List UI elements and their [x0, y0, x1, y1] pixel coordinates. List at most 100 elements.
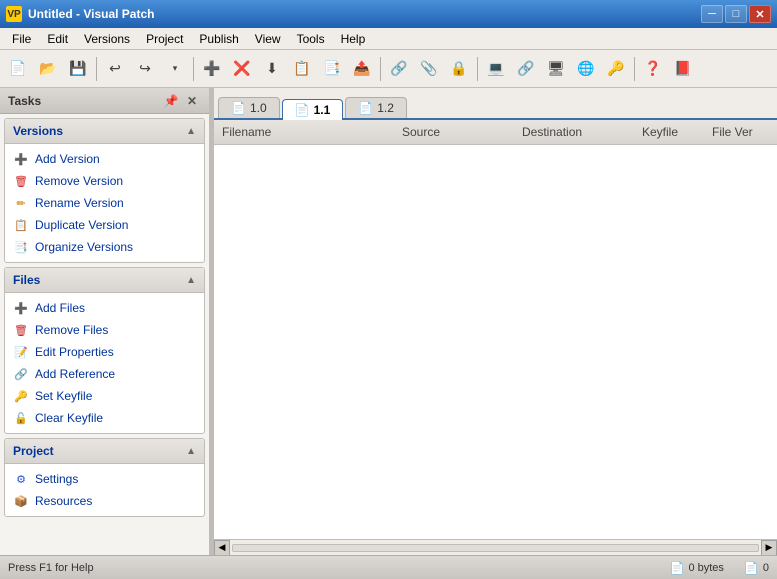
- scroll-track[interactable]: [232, 544, 759, 552]
- versions-section-header[interactable]: Versions ▲: [5, 119, 204, 144]
- menu-item-project[interactable]: Project: [138, 30, 191, 48]
- help-button[interactable]: ❓: [639, 55, 667, 83]
- duplicate-version-label: Duplicate Version: [35, 218, 128, 232]
- settings-task[interactable]: ⚙ Settings: [5, 468, 204, 490]
- download-button[interactable]: ⬇: [258, 55, 286, 83]
- tasks-header-icons: 📌 ✕: [162, 92, 201, 110]
- tasks-pin-button[interactable]: 📌: [162, 92, 180, 110]
- tasks-panel-header: Tasks 📌 ✕: [0, 88, 209, 114]
- undo-dropdown[interactable]: ▾: [161, 55, 189, 83]
- remove-files-label: Remove Files: [35, 323, 108, 337]
- paste-button[interactable]: 📑: [318, 55, 346, 83]
- rename-version-icon: ✏: [13, 195, 29, 211]
- computer-button[interactable]: 💻: [482, 55, 510, 83]
- tab-1-2[interactable]: 📄 1.2: [345, 97, 407, 118]
- undo-button[interactable]: ↩: [101, 55, 129, 83]
- col-keyfile[interactable]: Keyfile: [638, 122, 708, 142]
- col-filename[interactable]: Filename: [218, 122, 398, 142]
- files-collapse-icon: ▲: [186, 275, 196, 286]
- project-collapse-icon: ▲: [186, 446, 196, 457]
- add-version-task[interactable]: ➕ Add Version: [5, 148, 204, 170]
- files-section-header[interactable]: Files ▲: [5, 268, 204, 293]
- duplicate-version-task[interactable]: 📋 Duplicate Version: [5, 214, 204, 236]
- open-button[interactable]: 📂: [34, 55, 62, 83]
- set-keyfile-task[interactable]: 🔑 Set Keyfile: [5, 385, 204, 407]
- minimize-button[interactable]: ─: [701, 5, 723, 23]
- status-help: Press F1 for Help: [8, 562, 94, 574]
- tab-1-2-label: 1.2: [377, 101, 394, 115]
- key-button[interactable]: 🔑: [602, 55, 630, 83]
- project-section-header[interactable]: Project ▲: [5, 439, 204, 464]
- col-source[interactable]: Source: [398, 122, 518, 142]
- horizontal-scrollbar[interactable]: ◀ ▶: [214, 539, 777, 555]
- remove-version-label: Remove Version: [35, 174, 123, 188]
- save-button[interactable]: 💾: [64, 55, 92, 83]
- organize-versions-task[interactable]: 📑 Organize Versions: [5, 236, 204, 258]
- rename-version-label: Rename Version: [35, 196, 124, 210]
- project-section: Project ▲ ⚙ Settings 📦 Resources: [4, 438, 205, 517]
- col-file-ver[interactable]: File Ver: [708, 122, 777, 142]
- settings-icon: ⚙: [13, 471, 29, 487]
- add-reference-label: Add Reference: [35, 367, 115, 381]
- tasks-panel: Tasks 📌 ✕ Versions ▲ ➕ Add Version: [0, 88, 210, 555]
- new-button[interactable]: 📄: [4, 55, 32, 83]
- count-text: 0: [763, 562, 769, 574]
- tasks-scroll[interactable]: Versions ▲ ➕ Add Version 🗑 Remove Versio…: [0, 114, 209, 555]
- add-version-button[interactable]: ➕: [198, 55, 226, 83]
- menu-item-file[interactable]: File: [4, 30, 39, 48]
- tasks-close-button[interactable]: ✕: [183, 92, 201, 110]
- resources-task[interactable]: 📦 Resources: [5, 490, 204, 512]
- lock-button[interactable]: 🔒: [445, 55, 473, 83]
- scroll-right-button[interactable]: ▶: [761, 540, 777, 556]
- attach-button[interactable]: 📎: [415, 55, 443, 83]
- remove-version-button[interactable]: ❌: [228, 55, 256, 83]
- scroll-left-button[interactable]: ◀: [214, 540, 230, 556]
- tab-1-0[interactable]: 📄 1.0: [218, 97, 280, 118]
- add-files-icon: ➕: [13, 300, 29, 316]
- menu-item-edit[interactable]: Edit: [39, 30, 76, 48]
- menu-bar: FileEditVersionsProjectPublishViewToolsH…: [0, 28, 777, 50]
- resources-label: Resources: [35, 494, 92, 508]
- tab-1-1-icon: 📄: [295, 103, 310, 117]
- menu-item-publish[interactable]: Publish: [191, 30, 246, 48]
- maximize-button[interactable]: □: [725, 5, 747, 23]
- upload-button[interactable]: 📤: [348, 55, 376, 83]
- set-keyfile-label: Set Keyfile: [35, 389, 92, 403]
- rename-version-task[interactable]: ✏ Rename Version: [5, 192, 204, 214]
- display-button[interactable]: 🖥: [542, 55, 570, 83]
- col-destination[interactable]: Destination: [518, 122, 638, 142]
- menu-item-versions[interactable]: Versions: [76, 30, 138, 48]
- status-size: 📄 0 bytes: [670, 561, 724, 575]
- tabs-bar: 📄 1.0 📄 1.1 📄 1.2: [214, 88, 777, 120]
- edit-properties-task[interactable]: 📝 Edit Properties: [5, 341, 204, 363]
- copy-button[interactable]: 📋: [288, 55, 316, 83]
- add-reference-task[interactable]: 🔗 Add Reference: [5, 363, 204, 385]
- tab-1-0-label: 1.0: [250, 101, 267, 115]
- link-button[interactable]: 🔗: [385, 55, 413, 83]
- remove-version-task[interactable]: 🗑 Remove Version: [5, 170, 204, 192]
- add-version-label: Add Version: [35, 152, 100, 166]
- menu-item-view[interactable]: View: [247, 30, 289, 48]
- tab-1-1-label: 1.1: [314, 103, 331, 117]
- clear-keyfile-task[interactable]: 🔓 Clear Keyfile: [5, 407, 204, 429]
- menu-item-tools[interactable]: Tools: [289, 30, 333, 48]
- file-list-body[interactable]: [214, 145, 777, 539]
- remove-files-task[interactable]: 🗑 Remove Files: [5, 319, 204, 341]
- network-button[interactable]: 🔗: [512, 55, 540, 83]
- add-files-task[interactable]: ➕ Add Files: [5, 297, 204, 319]
- tab-1-1[interactable]: 📄 1.1: [282, 99, 344, 120]
- pdf-button[interactable]: 📕: [669, 55, 697, 83]
- app-icon: VP: [6, 6, 22, 22]
- edit-properties-label: Edit Properties: [35, 345, 114, 359]
- organize-versions-label: Organize Versions: [35, 240, 133, 254]
- remove-version-icon: 🗑: [13, 173, 29, 189]
- project-section-body: ⚙ Settings 📦 Resources: [5, 464, 204, 516]
- close-button[interactable]: ✕: [749, 5, 771, 23]
- menu-item-help[interactable]: Help: [333, 30, 374, 48]
- add-version-icon: ➕: [13, 151, 29, 167]
- window-controls: ─ □ ✕: [701, 5, 771, 23]
- help-text: Press F1 for Help: [8, 562, 94, 574]
- count-icon: 📄: [744, 561, 759, 575]
- redo-button[interactable]: ↪: [131, 55, 159, 83]
- web-button[interactable]: 🌐: [572, 55, 600, 83]
